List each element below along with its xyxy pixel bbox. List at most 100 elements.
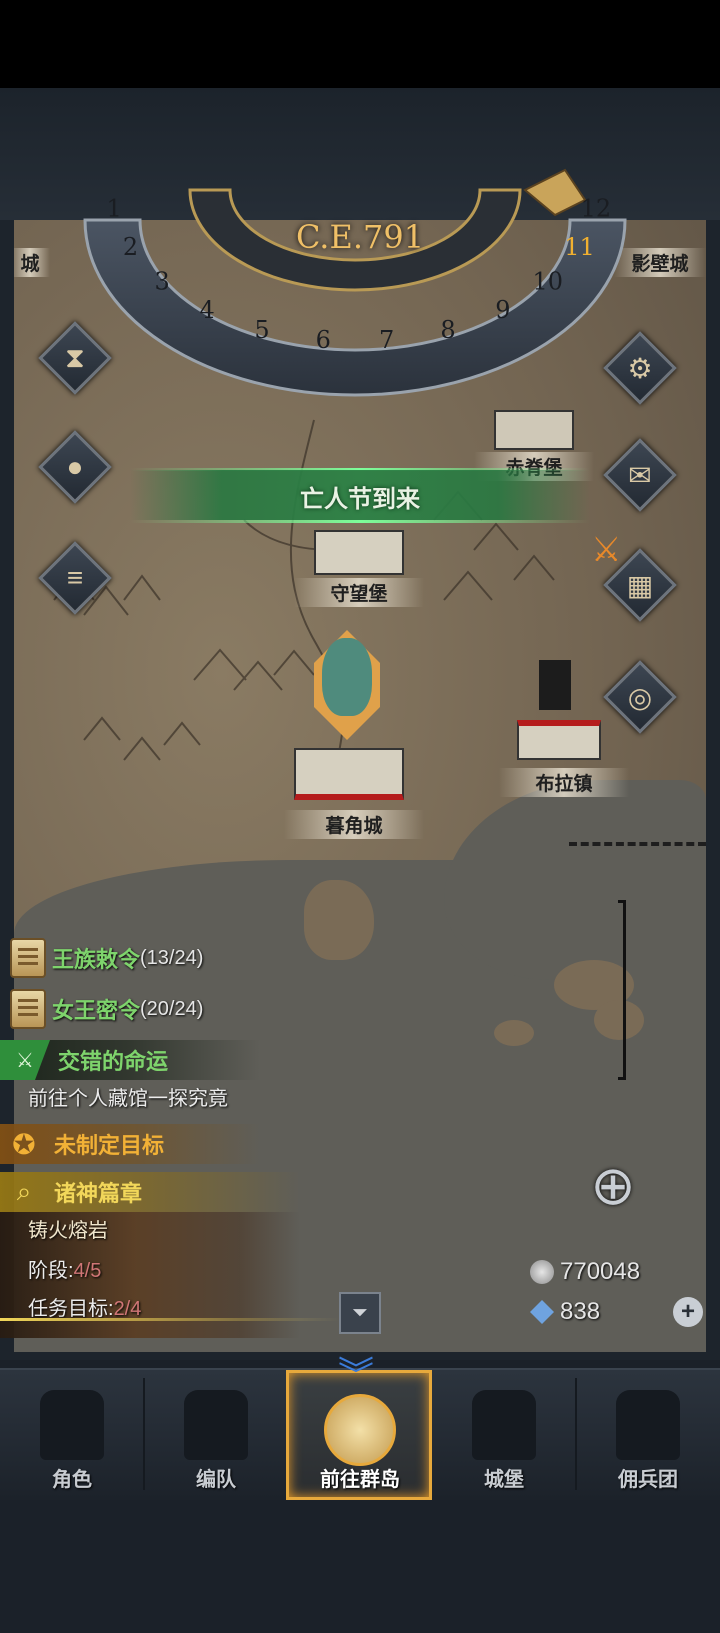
dial-month: 2: [123, 233, 138, 261]
coin-icon: ◎: [627, 681, 653, 713]
tracked-title: 未制定目标: [54, 1133, 165, 1158]
dial-month: 6: [316, 326, 331, 354]
nav-formation[interactable]: 编队: [144, 1368, 288, 1500]
dial-month: 9: [495, 296, 510, 324]
dial-month: 7: [379, 326, 394, 354]
nav-castle[interactable]: 城堡: [432, 1368, 576, 1500]
banner-line: [130, 520, 590, 523]
mail-button[interactable]: ✉: [603, 438, 677, 512]
search-icon: ⌕: [16, 1176, 32, 1206]
map-scale-ruler: [618, 900, 626, 1080]
event-banner: 亡人节到来: [130, 462, 590, 528]
tracked-quest-unset[interactable]: ✪ 未制定目标: [0, 1124, 260, 1164]
tracked-title: 交错的命运: [58, 1049, 169, 1074]
bottom-band: [0, 1500, 720, 1633]
panel-underline: [0, 1318, 340, 1321]
town-label: 暮角城: [284, 810, 424, 839]
gear-icon: ⚙: [627, 352, 653, 384]
locate-button[interactable]: ⊕: [558, 1150, 668, 1220]
scroll-icon: ≡: [66, 562, 84, 593]
helmet-icon: [322, 638, 372, 716]
building-button[interactable]: ▦ ⚔: [591, 531, 677, 622]
quest-count: (20/24): [140, 997, 204, 1020]
quest-label: 女王密令: [52, 998, 141, 1023]
task-goal-value: 2/4: [113, 1298, 142, 1320]
town-edge-label[interactable]: 城: [14, 248, 50, 277]
calendar-dial[interactable]: 12345 6 7 89101112: [70, 150, 640, 430]
swords-icon: ⚔: [0, 1040, 50, 1080]
tracked-desc: 前往个人藏馆一探究竟: [28, 1088, 228, 1110]
nav-label: 城堡: [484, 1469, 524, 1491]
task-stage-value: 4/5: [73, 1260, 102, 1282]
settings-button[interactable]: ⚙: [603, 331, 677, 405]
castle-icon: [294, 748, 404, 800]
dial-month: 5: [254, 316, 269, 344]
banner-flag: [539, 660, 571, 710]
coin-button[interactable]: ◎: [603, 660, 677, 734]
dial-month-current: 11: [564, 233, 595, 261]
task-goal-row: 任务目标:2/4: [28, 1292, 141, 1321]
town-watch-fort[interactable]: 守望堡: [294, 520, 424, 610]
map-road-dashes: [569, 842, 706, 852]
locate-icon: ⊕: [590, 1155, 636, 1216]
dial-month: 8: [440, 316, 455, 344]
town-label: 守望堡: [294, 578, 424, 607]
islands-icon: [324, 1394, 396, 1466]
nav-character[interactable]: 角色: [0, 1368, 144, 1500]
nav-islands[interactable]: ︾ 前往群岛: [288, 1354, 432, 1500]
town-dusk-horn[interactable]: 暮角城: [284, 630, 424, 850]
dial-month: 4: [199, 296, 214, 324]
pouch-button[interactable]: ●: [38, 430, 112, 504]
scroll-icon: [10, 938, 46, 978]
hourglass-button[interactable]: ⧗: [38, 321, 112, 395]
mail-icon: ✉: [628, 459, 652, 491]
castle-icon: [517, 720, 601, 760]
silver-value: 770048: [560, 1258, 641, 1285]
add-crystal-button[interactable]: +: [673, 1297, 703, 1327]
nav-label: 编队: [196, 1469, 236, 1491]
helmet-icon: [184, 1390, 248, 1460]
task-stage-label: 阶段:: [28, 1260, 74, 1282]
town-label: 布拉镇: [499, 768, 629, 797]
quest-royal-decree[interactable]: 王族敕令 (13/24): [0, 938, 203, 978]
scroll-button[interactable]: ≡: [38, 541, 112, 615]
task-goal-label: 任务目标:: [28, 1298, 114, 1320]
target-icon: ✪: [12, 1128, 36, 1160]
island: [304, 880, 374, 960]
tracked-title: 诸神篇章: [54, 1181, 143, 1206]
nav-mercenary[interactable]: 佣兵团: [576, 1368, 720, 1500]
event-banner-text: 亡人节到来: [300, 486, 420, 513]
nav-label: 角色: [52, 1469, 92, 1491]
chevron-down-icon: ︾: [338, 1354, 375, 1395]
nav-label: 前往群岛: [320, 1469, 400, 1491]
status-bar: [0, 0, 720, 88]
era-label: C.E.791: [295, 218, 425, 256]
task-name: 铸火熔岩: [28, 1220, 108, 1242]
dial-month: 10: [533, 268, 564, 296]
collapse-button[interactable]: ⏷: [339, 1292, 381, 1334]
collapse-icon: ⏷: [352, 1301, 368, 1324]
island: [494, 1020, 534, 1046]
quest-count: (13/24): [140, 946, 204, 969]
silver-counter: 770048: [530, 1254, 640, 1290]
knight-icon: [40, 1390, 104, 1460]
task-stage-row: 阶段:4/5: [28, 1254, 101, 1283]
dial-month: 3: [155, 268, 170, 296]
hourglass-icon: ⧗: [65, 341, 85, 373]
silver-coin-icon: [530, 1260, 554, 1284]
banner-icon: [616, 1390, 680, 1460]
quest-queen-order[interactable]: 女王密令 (20/24): [0, 989, 203, 1029]
pouch-icon: ●: [66, 451, 84, 482]
crystal-icon: [530, 1300, 554, 1324]
nav-label: 佣兵团: [618, 1469, 678, 1491]
crystal-value: 838: [560, 1298, 601, 1325]
crystal-counter: 838: [530, 1294, 600, 1330]
scroll-icon: [10, 989, 46, 1029]
quest-label: 王族敕令: [52, 947, 141, 972]
tracked-quest-fate[interactable]: ⚔ 交错的命运: [0, 1040, 260, 1080]
tracked-quest-gods[interactable]: ⌕ 诸神篇章: [0, 1172, 300, 1212]
plus-icon: +: [680, 1298, 695, 1325]
dial-month: 12: [581, 195, 612, 223]
dial-month: 1: [106, 195, 121, 223]
castle-icon: [314, 530, 404, 575]
